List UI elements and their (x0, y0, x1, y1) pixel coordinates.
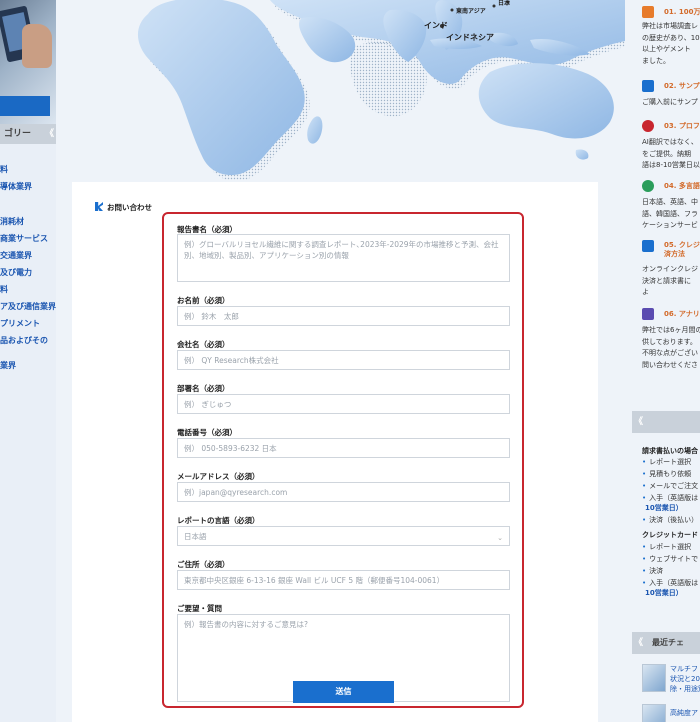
list-item: • 決済 (642, 567, 664, 575)
feature-text: 日本語、英語、中 語、韓国語、フラ ケーションサービ (642, 198, 698, 229)
map-label-indonesia: インドネシア (446, 33, 494, 42)
list-item: • レポート選択 (642, 543, 692, 551)
company-label: 会社名（必須） (177, 340, 230, 349)
sidebar-item-category[interactable]: 業界 (0, 360, 56, 371)
contact-panel: お問い合わせ 報告書名（必須） 例）グローバルリヨセル繊維に関する調査レポート､… (72, 182, 598, 722)
feature-title[interactable]: 05. クレジ 済方法 (664, 241, 700, 259)
list-item: 10営業日） (645, 504, 683, 512)
submit-button[interactable]: 送信 (293, 681, 394, 703)
sidebar-item-category[interactable]: ア及び通信業界 (0, 301, 56, 312)
chevron-left-icon: 《 (634, 638, 644, 648)
name-field[interactable]: 例） 鈴木 太郎 (177, 306, 510, 326)
list-item: • ウェブサイトで (642, 555, 699, 563)
recent-report-link[interactable]: マルチフ 状況と20 除・用途別 (670, 664, 700, 694)
category-header: ゴリー 《 (0, 124, 56, 144)
recent-header: 《 最近チェ (632, 632, 700, 654)
company-field[interactable]: 例） QY Research株式会社 (177, 350, 510, 370)
map-label-india: インド (424, 21, 448, 30)
contact-heading: お問い合わせ (95, 202, 152, 213)
report-thumbnail[interactable] (642, 704, 666, 722)
contact-heading-text: お問い合わせ (107, 203, 152, 212)
globe-icon (642, 180, 654, 192)
analyst-icon (642, 308, 654, 320)
questions-label: ご要望・質問 (177, 604, 222, 613)
sidebar-item-category[interactable]: 商業サービス (0, 233, 56, 244)
sidebar-item-category[interactable]: 料 (0, 284, 56, 295)
sidebar-item-category[interactable]: プリメント (0, 318, 56, 329)
document-icon (642, 80, 654, 92)
sidebar-banner-image[interactable] (0, 0, 56, 130)
card-payment-title: クレジットカード (642, 531, 698, 539)
chevron-left-icon: 《 (44, 129, 54, 139)
invoice-payment-title: 請求書払いの場合 (642, 447, 698, 455)
payment-header: 《 (632, 411, 700, 433)
translation-icon (642, 120, 654, 132)
name-label: お名前（必須） (177, 296, 230, 305)
recent-header-label: 最近チェ (652, 638, 684, 647)
category-header-label: ゴリー (4, 129, 32, 139)
sidebar-item-category[interactable]: 料 (0, 164, 56, 175)
list-item: • 入手（英語版は (642, 579, 699, 587)
feature-title[interactable]: 02. サンプ (664, 81, 700, 91)
contact-form: 報告書名（必須） 例）グローバルリヨセル繊維に関する調査レポート､2023年-2… (162, 212, 524, 708)
feature-text: 弊社では6ヶ月間の 供しております。 不明な点がござい 問い合わせくださ (642, 326, 700, 369)
language-label: レポートの言語（必須） (177, 516, 260, 525)
department-label: 部署名（必須） (177, 384, 230, 393)
credit-card-icon (642, 240, 654, 252)
feature-title[interactable]: 01. 100万 (664, 7, 700, 17)
chart-icon (642, 6, 654, 18)
map-label-southeast-asia: 東南アジア (456, 8, 486, 15)
department-field[interactable]: 例） ぎじゅつ (177, 394, 510, 414)
list-item: • 入手（英語版は (642, 494, 699, 502)
sidebar-item-category[interactable]: 及び電力 (0, 267, 56, 278)
feature-text: ご購入前にサンプ (642, 98, 698, 106)
feature-title[interactable]: 04. 多言語 (664, 181, 700, 191)
phone-label: 電話番号（必須） (177, 428, 237, 437)
phone-field[interactable]: 例） 050-5893-6232 日本 (177, 438, 510, 458)
feature-text: AI翻訳ではなく、 をご提供。納期 語は8-10営業日以 (642, 138, 700, 169)
email-label: メールアドレス（必須） (177, 472, 260, 481)
banner-bar (0, 96, 50, 116)
list-item: • メールでご注文 (642, 482, 699, 490)
recent-report-link[interactable]: 高純度ア (670, 708, 698, 718)
brand-k-icon (95, 202, 103, 211)
list-item: • 見積もり依頼 (642, 470, 692, 478)
feature-text: オンラインクレジ 決済と請求書に よ (642, 265, 698, 296)
hand-illustration (22, 24, 52, 68)
feature-title[interactable]: 06. アナリ (664, 309, 700, 319)
sidebar-item-category[interactable]: 導体業界 (0, 181, 56, 192)
chevron-left-icon: 《 (634, 417, 644, 427)
left-sidebar: ゴリー 《 料 導体業界 消耗材 商業サービス 交通業界 及び電力 料 ア及び通… (0, 0, 56, 722)
list-item: • レポート選択 (642, 458, 692, 466)
address-field[interactable]: 東京都中央区銀座 6-13-16 銀座 Wall ビル UCF 5 階（郵便番号… (177, 570, 510, 590)
chevron-down-icon: ⌄ (497, 534, 503, 542)
email-field[interactable]: 例）japan@qyresearch.com (177, 482, 510, 502)
sidebar-item-category[interactable]: 消耗材 (0, 216, 56, 227)
sidebar-item-category[interactable]: 品およびその (0, 335, 56, 346)
map-graphic (138, 0, 625, 180)
feature-title[interactable]: 03. プロフ (664, 121, 700, 131)
report-name-field[interactable]: 例）グローバルリヨセル繊維に関する調査レポート､2023年-2029年の市場推移… (177, 234, 510, 282)
list-item: 10営業日） (645, 589, 683, 597)
feature-text: 弊社は市場調査レ の歴史があり、10 以上やゲメント ました。 (642, 22, 700, 65)
language-select[interactable]: 日本語 ⌄ (177, 526, 510, 546)
right-sidebar: 01. 100万 弊社は市場調査レ の歴史があり、10 以上やゲメント ました。… (628, 0, 700, 722)
sidebar-item-category[interactable]: 交通業界 (0, 250, 56, 261)
world-map: インド インドネシア 東南アジア 日本 (90, 0, 625, 180)
map-label-japan: 日本 (498, 0, 511, 7)
report-thumbnail[interactable] (642, 664, 666, 692)
address-label: ご住所（必須） (177, 560, 230, 569)
language-select-value: 日本語 (184, 532, 207, 541)
list-item: • 決済（後払い） (642, 516, 699, 524)
